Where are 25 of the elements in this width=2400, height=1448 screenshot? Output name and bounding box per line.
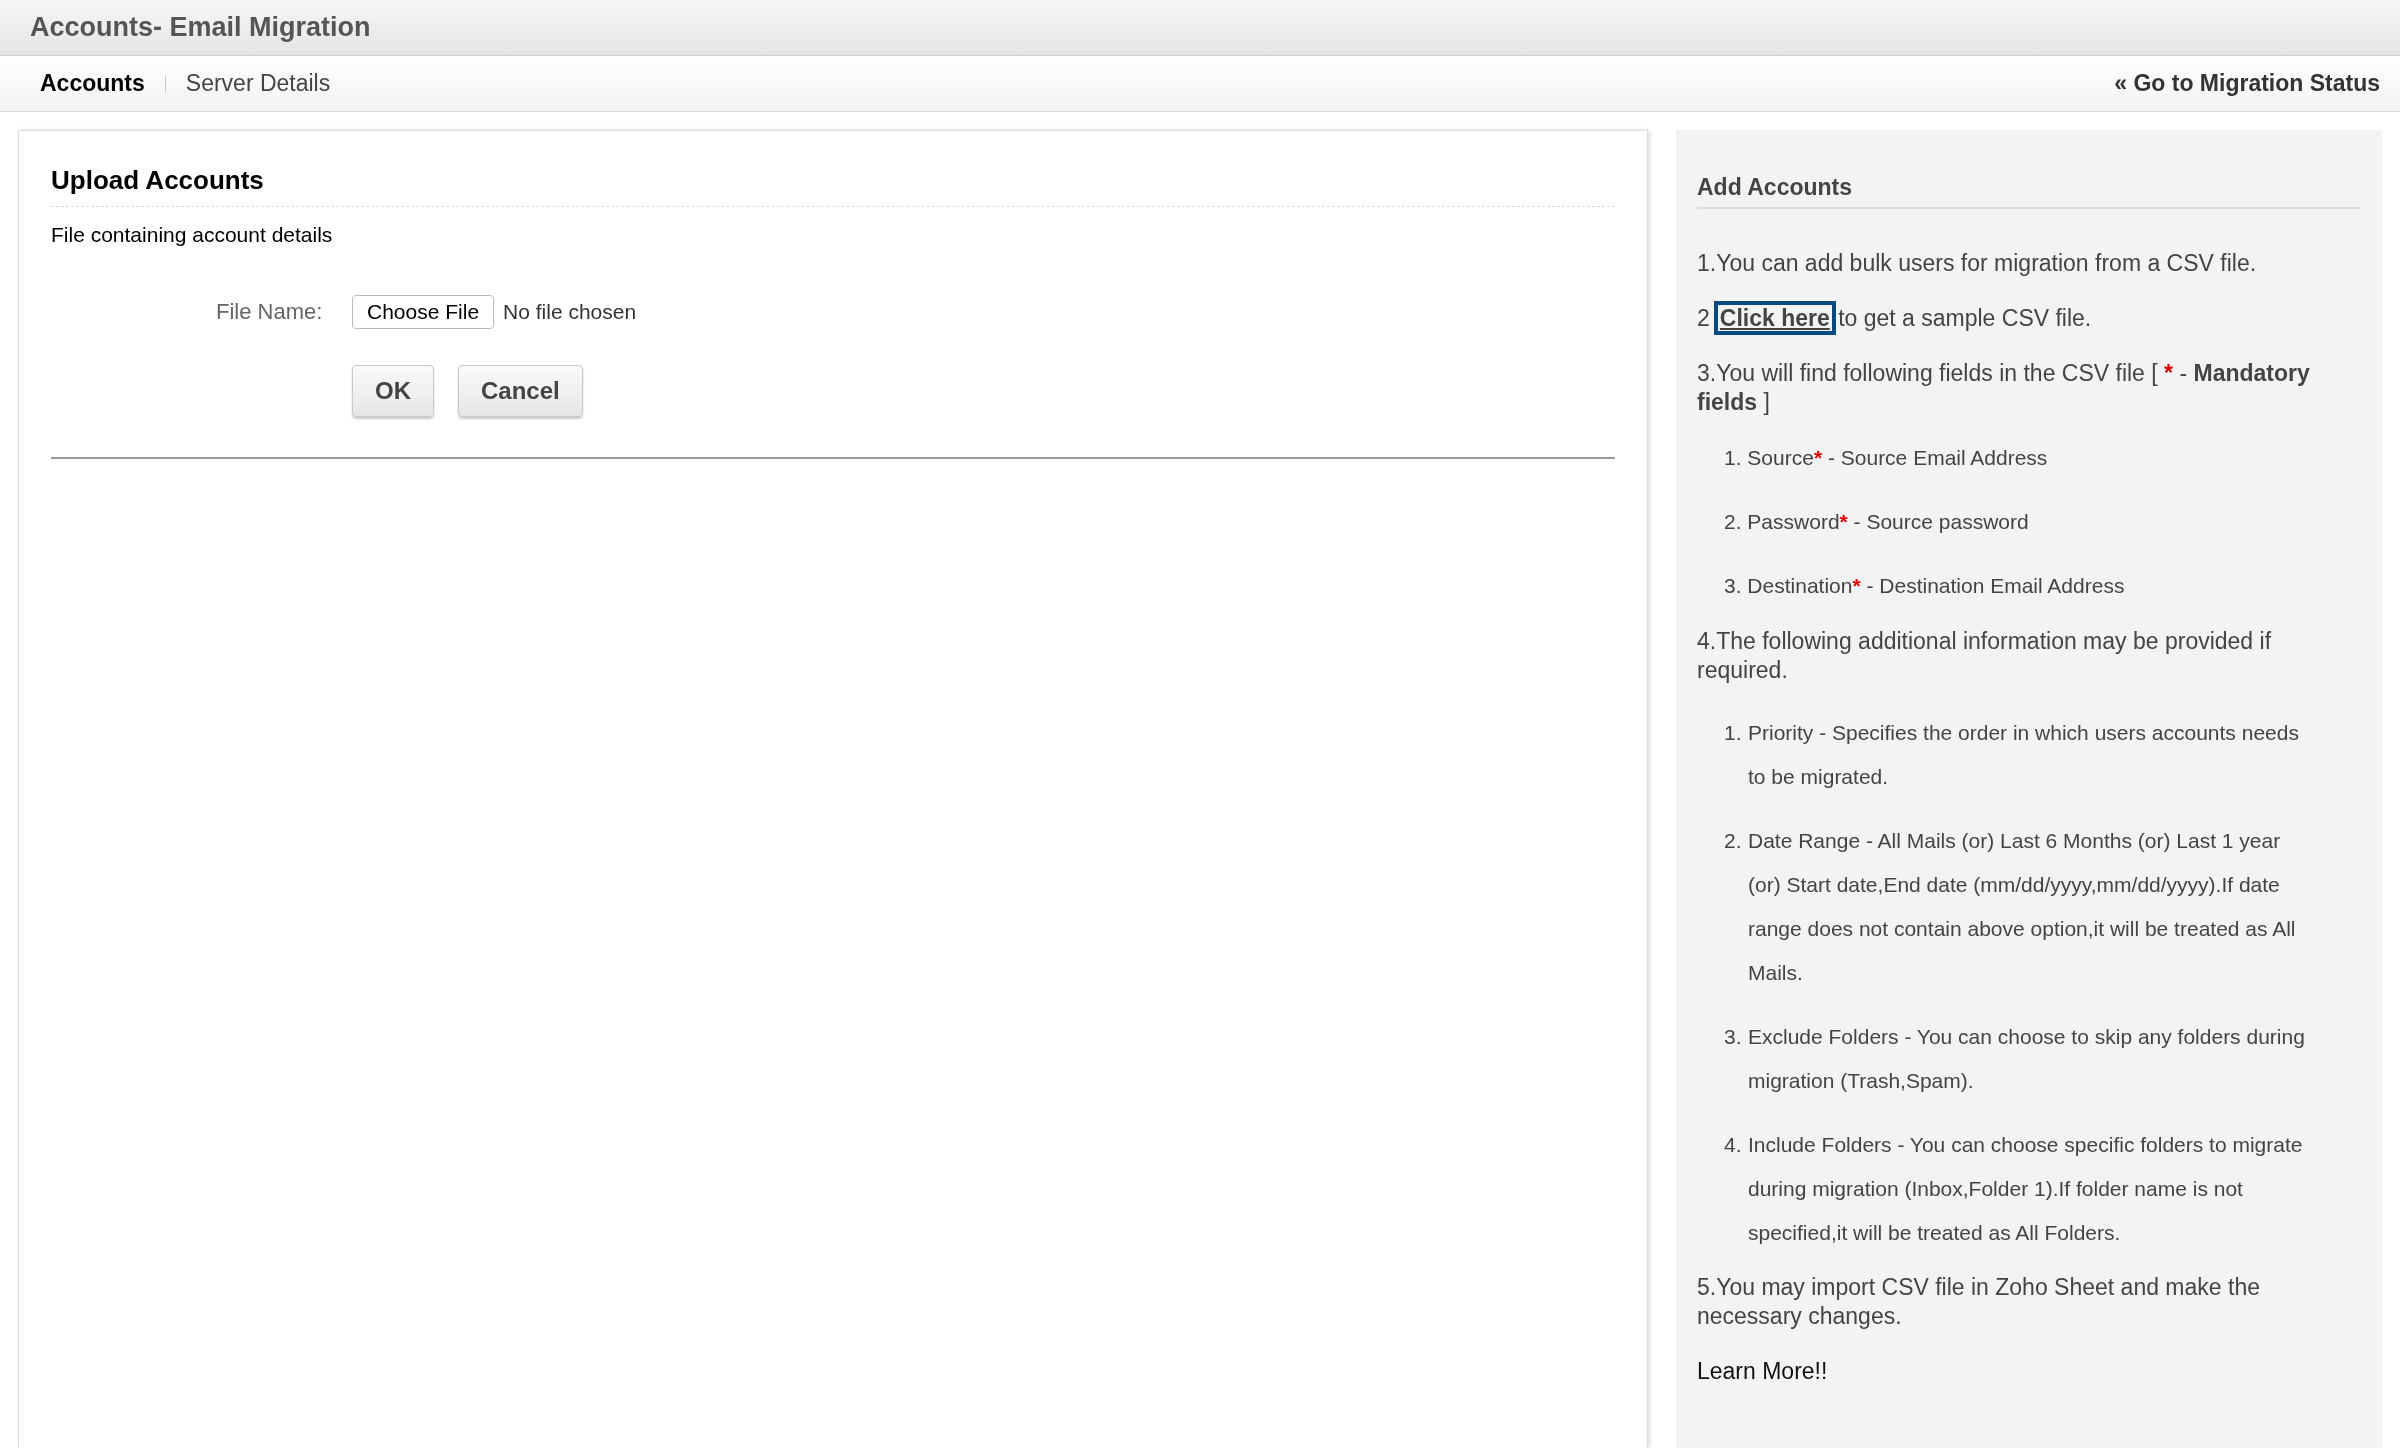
option-item: 2. Date Range - All Mails (or) Last 6 Months (or) Last 1 year (or) Start date,End date (mm/dd/yyyy,mm/dd/yyyy).If date range does not contain above option,it will be treated as All Mails. [1724,827,2297,986]
choose-file-button[interactable]: Choose File [352,294,495,329]
migration-status-link[interactable]: « Go to Migration Status [2114,66,2380,101]
option-item: 1. Priority - Specifies the order in which users accounts needs to be migrated. [1724,719,2300,790]
help-text: 2 Click here to get a sample CSV file. [1697,303,2361,333]
dialog-button[interactable]: OK [352,364,434,417]
learn-more-link[interactable]: Learn More!! [1697,1356,1828,1386]
option-item: 3. Exclude Folders - You can choose to skip any folders during migration (Trash,Spam). [1724,1023,2306,1094]
field-item: 2. Password* - Source password [1724,508,2030,535]
section-subtitle: File containing account details [51,222,334,248]
help-text: 3.You will find following fields in the CSV file [ * - Mandatory fields ] [1697,358,2311,417]
tab[interactable]: Server Details [185,66,331,101]
tab[interactable]: Accounts [40,66,145,101]
field-item: 1. Source* - Source Email Address [1724,444,2049,471]
window-title: Accounts- Email Migration [30,11,371,45]
file-status: No file chosen [503,298,637,325]
help-text: 1.You can add bulk users for migration from a CSV file. [1697,248,2258,278]
help-text: 4.The following additional information may be provided if required. [1697,626,2273,685]
field-item: 3. Destination* - Destination Email Address [1724,572,2126,599]
help-text: 5.You may import CSV file in Zoho Sheet and make the necessary changes. [1697,1272,2261,1331]
file-name-label: File Name: [216,298,324,326]
section-title: Upload Accounts [51,161,1615,207]
option-item: 4. Include Folders - You can choose specific folders to migrate during migration (Inbox,Folder 1).If folder name is not specified,it will be treated as All Folders. [1724,1131,2304,1246]
dialog-button[interactable]: Cancel [458,364,583,417]
help-title: Add Accounts [1697,170,2361,209]
